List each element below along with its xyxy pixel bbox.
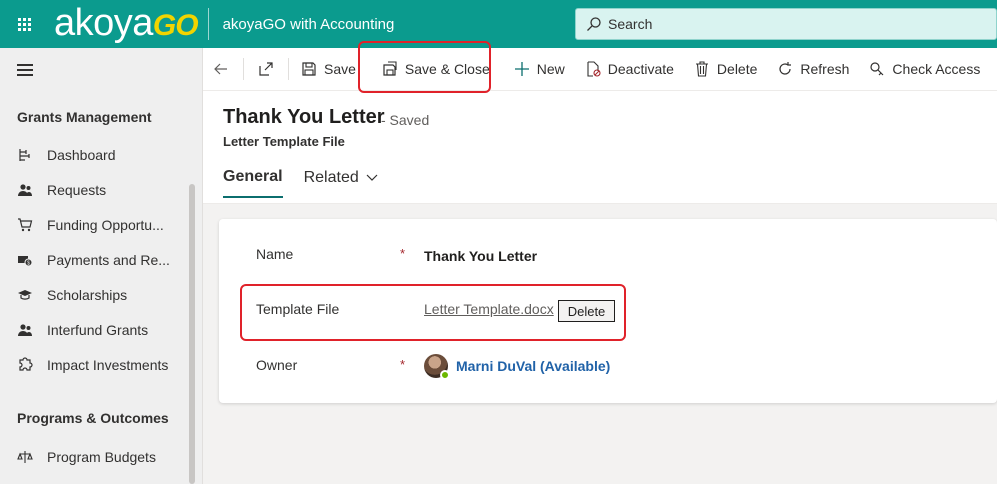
- payments-icon: $: [17, 252, 33, 268]
- people-icon: [17, 322, 33, 338]
- trash-icon: [695, 61, 708, 77]
- chevron-down-icon: [366, 174, 378, 181]
- general-section: Name * Thank You Letter Template File Le…: [219, 219, 997, 403]
- sidebar-item-dashboard[interactable]: Dashboard: [0, 137, 190, 172]
- header-divider: [207, 8, 209, 40]
- save-status: - Saved: [381, 112, 430, 128]
- command-separator: [288, 58, 289, 80]
- sidebar-item-payments[interactable]: $ Payments and Re...: [0, 242, 190, 277]
- akoyago-logo[interactable]: akoyaGO: [54, 0, 199, 50]
- check-access-button[interactable]: Check Access: [861, 48, 988, 91]
- refresh-button[interactable]: Refresh: [769, 48, 857, 91]
- name-field[interactable]: Thank You Letter: [424, 248, 537, 264]
- back-arrow-icon: [214, 63, 227, 75]
- graduation-cap-icon: [17, 287, 33, 303]
- puzzle-icon: [17, 356, 33, 373]
- people-icon: [17, 182, 33, 198]
- deactivate-icon: [587, 61, 601, 77]
- refresh-icon: [779, 62, 792, 75]
- dashboard-icon: [17, 147, 33, 163]
- app-launcher-button[interactable]: [0, 0, 48, 48]
- search-box[interactable]: Search: [575, 8, 997, 40]
- sidebar-item-scholarships[interactable]: Scholarships: [0, 277, 190, 312]
- app-title[interactable]: akoyaGO with Accounting: [223, 16, 395, 33]
- required-indicator: *: [400, 357, 406, 372]
- presence-available-icon: [440, 370, 450, 380]
- cart-icon: [17, 217, 33, 233]
- sidebar-item-impact-investments[interactable]: Impact Investments: [0, 347, 190, 382]
- command-bar: Save Save & Close New Deactivate Delete …: [203, 48, 997, 91]
- entity-name: Letter Template File: [223, 134, 345, 149]
- template-file-label: Template File: [256, 301, 340, 317]
- tab-general[interactable]: General: [223, 163, 283, 198]
- form-tabs: General Related: [223, 163, 399, 198]
- save-close-icon: [383, 61, 397, 76]
- owner-lookup[interactable]: Marni DuVal (Available): [424, 354, 610, 380]
- save-button[interactable]: Save: [293, 48, 364, 91]
- hamburger-menu-icon[interactable]: [17, 64, 33, 76]
- top-app-bar: akoyaGO akoyaGO with Accounting Search: [0, 0, 997, 48]
- owner-label: Owner: [256, 357, 298, 373]
- required-indicator: *: [400, 246, 406, 261]
- save-icon: [302, 62, 316, 76]
- popout-icon: [259, 62, 273, 76]
- svg-text:$: $: [27, 260, 30, 266]
- new-button[interactable]: New: [506, 48, 573, 91]
- sidebar-item-program-budgets[interactable]: Program Budgets: [0, 439, 190, 474]
- owner-link[interactable]: Marni DuVal (Available): [456, 358, 610, 374]
- nav-group-programs-outcomes: Programs & Outcomes: [17, 410, 169, 426]
- waffle-icon: [17, 17, 31, 31]
- nav-scrollbar[interactable]: [189, 184, 195, 484]
- check-access-icon: [870, 62, 884, 76]
- name-label: Name: [256, 246, 294, 262]
- delete-button[interactable]: Delete: [686, 48, 765, 91]
- avatar: [424, 354, 450, 380]
- budget-icon: [17, 449, 33, 465]
- open-in-new-window-button[interactable]: [248, 48, 284, 91]
- command-separator: [243, 58, 244, 80]
- sidebar-item-interfund-grants[interactable]: Interfund Grants: [0, 312, 190, 347]
- save-and-close-button[interactable]: Save & Close: [374, 48, 498, 91]
- file-delete-button[interactable]: Delete: [558, 300, 615, 322]
- tab-related[interactable]: Related: [304, 163, 378, 198]
- sidebar-item-requests[interactable]: Requests: [0, 172, 190, 207]
- template-file-link[interactable]: Letter Template.docx: [424, 301, 554, 317]
- sidebar-item-funding-opportunities[interactable]: Funding Opportu...: [0, 207, 190, 242]
- search-icon: [587, 17, 601, 31]
- nav-group-grants-management: Grants Management: [17, 109, 152, 125]
- back-button[interactable]: [203, 48, 239, 91]
- record-title: Thank You Letter: [223, 106, 385, 128]
- deactivate-button[interactable]: Deactivate: [577, 48, 682, 91]
- search-placeholder: Search: [608, 16, 653, 32]
- record-header: Thank You Letter - Saved Letter Template…: [203, 91, 997, 204]
- sitemap-nav: Grants Management Dashboard Requests Fun…: [0, 48, 203, 484]
- plus-icon: [514, 62, 529, 76]
